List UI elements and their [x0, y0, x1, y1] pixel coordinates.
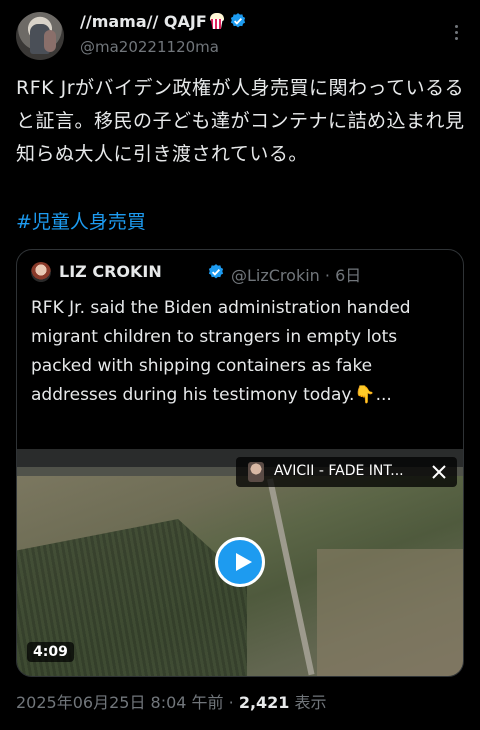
- author-avatar[interactable]: [16, 12, 64, 60]
- popcorn-emoji-icon: [209, 13, 225, 29]
- author-handle[interactable]: @ma20221120ma: [80, 38, 219, 56]
- meta-separator: ·: [228, 693, 234, 712]
- views-label: 表示: [294, 693, 327, 712]
- music-artist-avatar: [248, 462, 264, 482]
- post-header: //mama// QAJF @ma20221120ma: [0, 0, 480, 70]
- quoted-post[interactable]: LIZ CROKIN @LizCrokin · 6日 RFK Jr. said …: [16, 249, 464, 677]
- video-duration: 4:09: [27, 642, 74, 662]
- music-title: AVICII - FADE INT...: [274, 463, 404, 479]
- post-timestamp[interactable]: 2025年06月25日 8:04 午前: [16, 693, 224, 712]
- post-meta: 2025年06月25日 8:04 午前 · 2,421 表示: [16, 689, 327, 713]
- close-icon[interactable]: [430, 463, 448, 481]
- quoted-time: · 6日: [324, 266, 362, 285]
- quoted-author-name[interactable]: LIZ CROKIN: [59, 262, 162, 281]
- quoted-author-handle[interactable]: @LizCrokin · 6日: [231, 262, 361, 286]
- post-text: RFK Jrがバイデン政権が人身売買に関わっているると証言。移民の子ども達がコン…: [16, 77, 465, 165]
- video-frame-road: [267, 478, 315, 676]
- hashtag-link[interactable]: #児童人身売買: [16, 206, 146, 239]
- views-count: 2,421: [238, 693, 290, 712]
- more-icon[interactable]: [446, 22, 466, 42]
- verified-badge-icon: [230, 13, 245, 28]
- video-frame-field: [317, 549, 463, 676]
- music-label[interactable]: AVICII - FADE INT...: [236, 457, 457, 487]
- play-button[interactable]: [215, 537, 265, 587]
- author-name[interactable]: //mama// QAJF: [80, 12, 247, 31]
- quoted-author-avatar[interactable]: [31, 262, 51, 282]
- verified-badge-icon: [208, 264, 224, 279]
- play-icon: [236, 553, 252, 571]
- quoted-text: RFK Jr. said the Biden administration ha…: [31, 298, 411, 405]
- video-player[interactable]: AVICII - FADE INT... 4:09: [17, 449, 463, 676]
